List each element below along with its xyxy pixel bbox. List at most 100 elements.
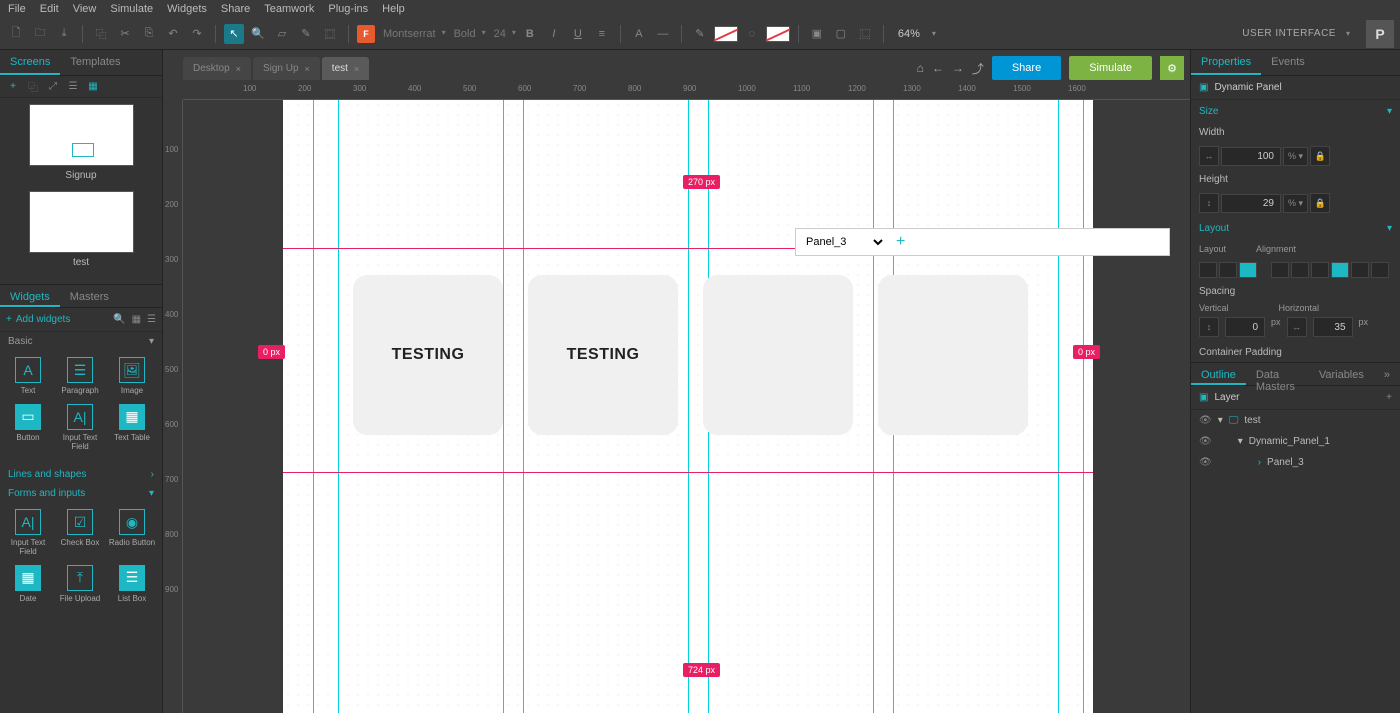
font-weight-dropdown[interactable]: Bold <box>450 28 486 40</box>
bold-icon[interactable]: B <box>520 24 540 44</box>
cut-icon[interactable]: ✂ <box>115 24 135 44</box>
menu-simulate[interactable]: Simulate <box>110 3 153 15</box>
tab-data-masters[interactable]: Data Masters <box>1246 363 1309 385</box>
horizontal-spacing-input[interactable] <box>1313 317 1353 337</box>
align-btn-6[interactable] <box>1371 262 1389 278</box>
width-input[interactable] <box>1221 147 1281 166</box>
gear-icon[interactable]: ⚙ <box>1160 56 1184 80</box>
menu-share[interactable]: Share <box>221 3 250 15</box>
visibility-icon[interactable]: 👁 <box>1199 436 1212 447</box>
card-empty-3[interactable] <box>703 275 853 435</box>
add-screen-icon[interactable]: + <box>6 80 20 94</box>
crop-icon[interactable]: ⿴ <box>320 24 340 44</box>
ui-mode-label[interactable]: USER INTERFACE <box>1242 28 1336 39</box>
tab-properties[interactable]: Properties <box>1191 50 1261 75</box>
menu-help[interactable]: Help <box>382 3 405 15</box>
select-tool-icon[interactable]: ↖ <box>224 24 244 44</box>
layout-btn-1[interactable] <box>1199 262 1217 278</box>
height-input[interactable] <box>1221 194 1281 213</box>
open-folder-icon[interactable]: 🗀 <box>30 24 50 44</box>
arrange-back-icon[interactable]: ▢ <box>831 24 851 44</box>
align-btn-5[interactable] <box>1351 262 1369 278</box>
stroke-color-swatch[interactable] <box>714 26 738 42</box>
expand-icon[interactable]: ⤢ <box>46 80 60 94</box>
back-icon[interactable]: ← <box>932 61 944 75</box>
arrange-front-icon[interactable]: ▣ <box>807 24 827 44</box>
size-section-header[interactable]: Size▾ <box>1191 100 1400 123</box>
grid-view-icon[interactable]: ▦ <box>86 80 100 94</box>
font-size-dropdown[interactable]: 24 <box>490 28 516 40</box>
list-icon[interactable]: ☰ <box>147 314 156 325</box>
widget-radio[interactable]: ◉Radio Button <box>106 509 158 557</box>
layout-btn-3[interactable] <box>1239 262 1257 278</box>
tab-screens[interactable]: Screens <box>0 50 60 75</box>
guide-vertical[interactable] <box>338 100 339 713</box>
tab-masters[interactable]: Masters <box>60 285 119 307</box>
width-unit-dropdown[interactable]: % ▾ <box>1283 147 1308 166</box>
canvas-tab-signup[interactable]: Sign Up× <box>253 57 320 80</box>
widget-input[interactable]: A|Input Text Field <box>54 404 106 452</box>
canvas-viewport[interactable]: TESTING TESTING 270 px 0 px 0 px 724 px … <box>183 100 1190 713</box>
font-badge[interactable]: F <box>357 25 375 43</box>
tab-templates[interactable]: Templates <box>60 50 130 75</box>
underline-icon[interactable]: U <box>568 24 588 44</box>
search-icon[interactable]: 🔍 <box>113 314 125 325</box>
visibility-icon[interactable]: 👁 <box>1199 457 1212 468</box>
close-icon[interactable]: × <box>354 64 359 74</box>
guide-vertical[interactable] <box>1083 100 1084 713</box>
lock-icon[interactable]: 🔒 <box>1310 146 1330 166</box>
outline-item-dynamic-panel[interactable]: 👁 ▾ Dynamic_Panel_1 <box>1191 431 1400 452</box>
save-icon[interactable]: ⤓ <box>54 24 74 44</box>
widget-button[interactable]: ▭Button <box>2 404 54 452</box>
widget-text[interactable]: AText <box>2 357 54 396</box>
close-icon[interactable]: × <box>236 64 241 74</box>
share-button[interactable]: Share <box>992 56 1061 80</box>
menu-teamwork[interactable]: Teamwork <box>264 3 314 15</box>
widget-fileupload[interactable]: ⤒File Upload <box>54 565 106 604</box>
add-layer-icon[interactable]: + <box>1386 392 1392 403</box>
italic-icon[interactable]: I <box>544 24 564 44</box>
align-btn-3[interactable] <box>1311 262 1329 278</box>
card-testing-1[interactable]: TESTING <box>353 275 503 435</box>
zoom-icon[interactable]: 🔍 <box>248 24 268 44</box>
undo-icon[interactable]: ↶ <box>163 24 183 44</box>
align-btn-1[interactable] <box>1271 262 1289 278</box>
redo-icon[interactable]: ↷ <box>187 24 207 44</box>
menu-view[interactable]: View <box>73 3 97 15</box>
more-tabs-icon[interactable]: » <box>1374 363 1400 385</box>
visibility-icon[interactable]: 👁 <box>1199 415 1212 426</box>
guide-vertical[interactable] <box>523 100 524 713</box>
screen-thumb-signup[interactable] <box>29 104 134 166</box>
add-widgets-button[interactable]: Add widgets <box>16 314 70 325</box>
line-icon[interactable]: — <box>653 24 673 44</box>
text-color-icon[interactable]: A <box>629 24 649 44</box>
chevron-right-icon[interactable]: › <box>1258 457 1261 468</box>
chevron-down-icon[interactable]: ▾ <box>924 24 944 44</box>
fill-color-swatch[interactable] <box>766 26 790 42</box>
chevron-down-icon[interactable]: ▾ <box>1346 29 1350 38</box>
chevron-down-icon[interactable]: ▾ <box>1218 415 1223 426</box>
canvas-tab-test[interactable]: test× <box>322 57 369 80</box>
section-basic[interactable]: Basic▾ <box>0 332 162 351</box>
guide-vertical[interactable] <box>1058 100 1059 713</box>
ruler-horizontal[interactable]: 100 200 300 400 500 600 700 800 900 1000… <box>183 80 1190 100</box>
highlight-icon[interactable]: ▱ <box>272 24 292 44</box>
vertical-spacing-input[interactable] <box>1225 317 1265 337</box>
align-btn-4[interactable] <box>1331 262 1349 278</box>
menu-file[interactable]: File <box>8 3 26 15</box>
user-avatar[interactable]: P <box>1366 20 1394 48</box>
canvas-tab-desktop[interactable]: Desktop× <box>183 57 251 80</box>
menu-edit[interactable]: Edit <box>40 3 59 15</box>
height-unit-dropdown[interactable]: % ▾ <box>1283 194 1308 213</box>
pen-icon[interactable]: ✎ <box>690 24 710 44</box>
upload-icon[interactable]: ⤴ <box>972 60 984 77</box>
align-icon[interactable]: ≡ <box>592 24 612 44</box>
close-icon[interactable]: × <box>305 64 310 74</box>
paste-icon[interactable]: ⎘ <box>139 24 159 44</box>
layout-section-header[interactable]: Layout▾ <box>1191 217 1400 240</box>
list-view-icon[interactable]: ☰ <box>66 80 80 94</box>
guide-vertical[interactable] <box>688 100 689 713</box>
guide-vertical[interactable] <box>873 100 874 713</box>
outline-item-test[interactable]: 👁 ▾ 🖵 test <box>1191 410 1400 431</box>
canvas-page[interactable]: TESTING TESTING <box>283 100 1093 713</box>
